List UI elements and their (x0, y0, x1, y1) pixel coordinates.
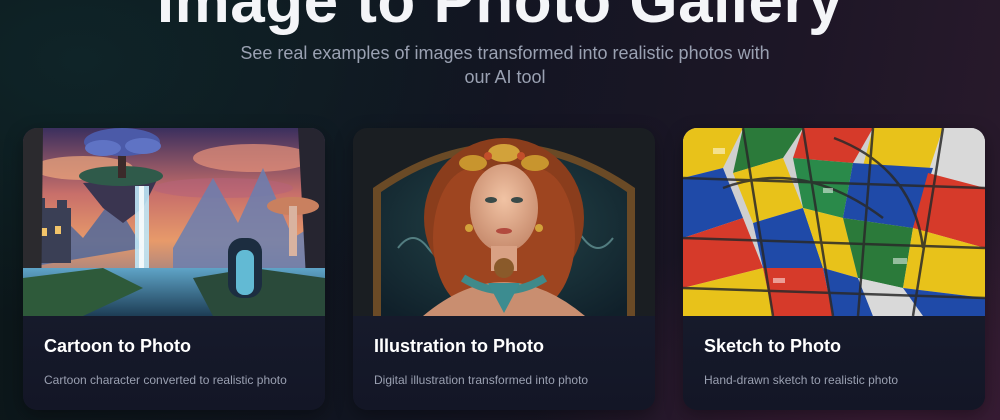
fantasy-landscape-image (23, 128, 325, 316)
portrait-illustration-image (353, 128, 655, 316)
card-body: Cartoon to Photo Cartoon character conve… (23, 316, 325, 410)
gallery-card-sketch[interactable]: Sketch to Photo Hand-drawn sketch to rea… (683, 128, 985, 410)
card-title: Cartoon to Photo (44, 336, 191, 356)
page-subtitle: See real examples of images transformed … (240, 43, 770, 87)
gallery-card-cartoon[interactable]: Cartoon to Photo Cartoon character conve… (23, 128, 325, 410)
card-body: Sketch to Photo Hand-drawn sketch to rea… (683, 316, 985, 410)
card-body: Illustration to Photo Digital illustrati… (353, 316, 655, 410)
gallery-card-illustration[interactable]: Illustration to Photo Digital illustrati… (353, 128, 655, 410)
card-title: Sketch to Photo (704, 336, 842, 356)
abstract-painting-image (683, 128, 985, 316)
card-title: Illustration to Photo (374, 336, 544, 356)
card-description: Hand-drawn sketch to realistic photo (704, 373, 899, 387)
card-description: Digital illustration transformed into ph… (374, 373, 589, 387)
page-title: Image to Photo Gallery (156, 0, 844, 36)
card-description: Cartoon character converted to realistic… (44, 373, 287, 387)
